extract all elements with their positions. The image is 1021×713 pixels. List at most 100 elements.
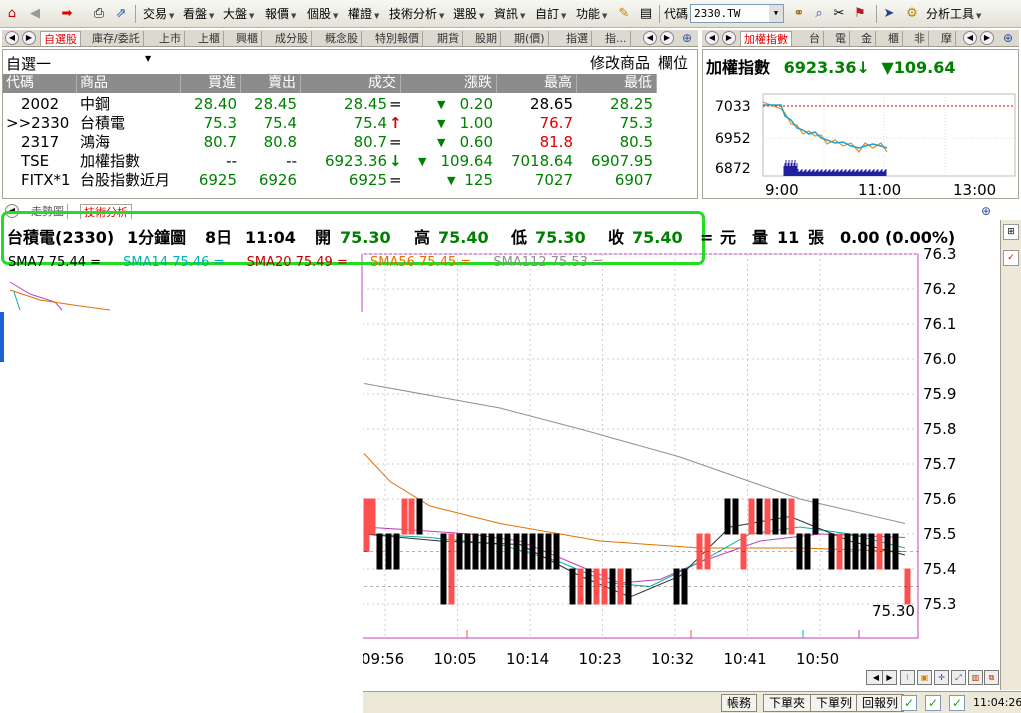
tab-msci[interactable]: 摩: [938, 31, 956, 46]
tab-prev-icon[interactable]: ◀: [963, 31, 977, 45]
col-header-change[interactable]: 漲跌: [401, 74, 497, 93]
status-checkbox[interactable]: ✓: [949, 695, 965, 711]
report-bar-button[interactable]: 回報列: [856, 694, 905, 712]
tab-concept[interactable]: 概念股: [322, 31, 362, 46]
crosshair-icon[interactable]: ✛: [934, 670, 949, 685]
tab-prev-icon[interactable]: ◀: [643, 31, 657, 45]
tab-next-icon[interactable]: ▶: [722, 31, 736, 45]
binoculars-icon[interactable]: ⚭: [790, 5, 808, 23]
tab-more[interactable]: 指...: [602, 31, 631, 46]
tab-inventory[interactable]: 庫存/委託: [89, 31, 144, 46]
chevron-down-icon[interactable]: ▼: [145, 54, 151, 63]
forward-icon[interactable]: ➡: [58, 5, 76, 23]
pen-icon[interactable]: ✎: [615, 5, 633, 23]
analysis-tools-icon[interactable]: ⚙: [903, 5, 921, 23]
tab-prev-icon[interactable]: ◀: [5, 204, 19, 218]
modify-items-button[interactable]: 修改商品: [590, 52, 650, 73]
print-icon[interactable]: ⎙: [90, 5, 108, 23]
col-header-high[interactable]: 最高: [497, 74, 577, 93]
back-icon[interactable]: ◀: [26, 5, 44, 23]
menu-trade[interactable]: 交易 ▼: [143, 6, 174, 22]
tab-stock-futures[interactable]: 股期: [472, 31, 501, 46]
tab-non-electronics[interactable]: 非: [911, 31, 929, 46]
tab-otc-index[interactable]: 櫃: [885, 31, 903, 46]
menu-stock[interactable]: 個股 ▼: [307, 6, 338, 22]
tab-listed[interactable]: 上市: [156, 31, 185, 46]
chevron-down-icon[interactable]: ▼: [769, 5, 783, 22]
side-tab-icon[interactable]: ⊞: [1003, 224, 1019, 240]
menu-warrant[interactable]: 權證 ▼: [348, 6, 379, 22]
tab-index-options[interactable]: 指選: [563, 31, 592, 46]
menu-watch[interactable]: 看盤 ▼: [183, 6, 214, 22]
tab-next-icon[interactable]: ▶: [980, 31, 994, 45]
col-header-last[interactable]: 成交: [301, 74, 401, 93]
table-row[interactable]: >>2330 台積電 75.3 75.4 75.4 ↑ ▼ 1.00 76.7 …: [3, 114, 697, 133]
table-row[interactable]: TSE 加權指數 -- -- 6923.36 ↓ ▼ 109.64 7018.6…: [3, 152, 697, 171]
col-header-code[interactable]: 代碼: [3, 74, 77, 93]
tab-tw[interactable]: 台: [806, 31, 824, 46]
menu-technical[interactable]: 技術分析 ▼: [389, 6, 444, 22]
col-header-bid[interactable]: 買進: [181, 74, 241, 93]
table-row[interactable]: 2002 中鋼 28.40 28.45 28.45 = ▼ 0.20 28.65…: [3, 95, 697, 114]
index-mini-chart[interactable]: 7033 6952 6872 9:00 11:00 13:00: [703, 88, 1020, 200]
chart-type-icon[interactable]: ⌇: [900, 670, 915, 685]
tab-emerging[interactable]: 興櫃: [233, 31, 262, 46]
tab-prev-icon[interactable]: ◀: [5, 31, 19, 45]
table-row[interactable]: FITX*1 台股指數近月 6925 6926 6925 = ▼ 125 702…: [3, 171, 697, 190]
scroll-right-icon[interactable]: ▶: [882, 670, 897, 685]
status-checkbox[interactable]: ✓: [901, 695, 917, 711]
tab-technical-analysis[interactable]: 技術分析: [80, 204, 132, 219]
tab-finance[interactable]: 金: [858, 31, 876, 46]
tools-icon[interactable]: ✂: [830, 5, 848, 23]
tab-trend-chart[interactable]: 走勢圖: [28, 204, 68, 219]
analysis-tools-button[interactable]: 分析工具 ▼: [926, 6, 981, 22]
calendar-icon[interactable]: ▤: [637, 5, 655, 23]
tab-special-quote[interactable]: 特別報價: [372, 31, 423, 46]
sma14-legend[interactable]: SMA14 75.46 =: [123, 255, 224, 270]
col-header-low[interactable]: 最低: [577, 74, 657, 93]
watchlist-group-select[interactable]: 自選一: [6, 53, 51, 74]
fit-icon[interactable]: ⤢: [951, 670, 966, 685]
tab-taiex[interactable]: 加權指數: [740, 31, 792, 46]
col-header-ask[interactable]: 賣出: [241, 74, 301, 93]
zoom-icon[interactable]: ⊕: [1001, 31, 1015, 45]
order-folder-button[interactable]: 下單夾: [763, 694, 812, 712]
account-button[interactable]: 帳務: [721, 694, 758, 712]
search-icon[interactable]: ⌕: [810, 5, 828, 23]
zoom-icon[interactable]: ⊕: [680, 31, 694, 45]
sma20-legend[interactable]: SMA20 75.49 =: [247, 255, 348, 270]
tab-watchlist[interactable]: 自選股: [40, 31, 81, 46]
menu-custom[interactable]: 自訂 ▼: [535, 6, 566, 22]
menu-market[interactable]: 大盤 ▼: [223, 6, 254, 22]
bell-icon[interactable]: ⚑: [851, 5, 869, 23]
sma56-legend[interactable]: SMA56 75.45 =: [370, 255, 471, 270]
tab-prev-icon[interactable]: ◀: [705, 31, 719, 45]
tab-electronics[interactable]: 電: [832, 31, 850, 46]
col-header-name[interactable]: 商品: [77, 74, 181, 93]
sma112-legend[interactable]: SMA112 75.53 =: [493, 255, 603, 270]
tab-futures[interactable]: 期貨: [434, 31, 463, 46]
table-row[interactable]: 2317 鴻海 80.7 80.8 80.7 = ▼ 0.60 81.8 80.…: [3, 133, 697, 152]
expand-icon[interactable]: ⧉: [984, 670, 999, 685]
side-check-icon[interactable]: ✓: [1003, 250, 1019, 266]
tab-otc[interactable]: 上櫃: [195, 31, 224, 46]
menu-screener[interactable]: 選股 ▼: [453, 6, 484, 22]
menu-quote[interactable]: 報價 ▼: [265, 6, 296, 22]
sma7-legend[interactable]: SMA7 75.44 =: [8, 255, 101, 270]
cursor-icon[interactable]: ➤: [880, 5, 898, 23]
order-bar-button[interactable]: 下單列: [810, 694, 859, 712]
tab-components[interactable]: 成分股: [272, 31, 312, 46]
menu-info[interactable]: 資訊 ▼: [494, 6, 525, 22]
tab-next-icon[interactable]: ▶: [660, 31, 674, 45]
tab-period-price[interactable]: 期(價): [511, 31, 549, 46]
zoom-icon[interactable]: ⊕: [979, 204, 993, 218]
indicator-icon[interactable]: ▥: [968, 670, 983, 685]
status-checkbox[interactable]: ✓: [925, 695, 941, 711]
chart-style-icon[interactable]: ▣: [917, 670, 932, 685]
external-link-icon[interactable]: ⇗: [112, 5, 130, 23]
tab-next-icon[interactable]: ▶: [22, 31, 36, 45]
menu-function[interactable]: 功能 ▼: [576, 6, 607, 22]
home-icon[interactable]: ⌂: [3, 5, 21, 23]
fields-button[interactable]: 欄位: [658, 52, 688, 73]
code-input[interactable]: 2330.TW ▼: [690, 4, 784, 23]
